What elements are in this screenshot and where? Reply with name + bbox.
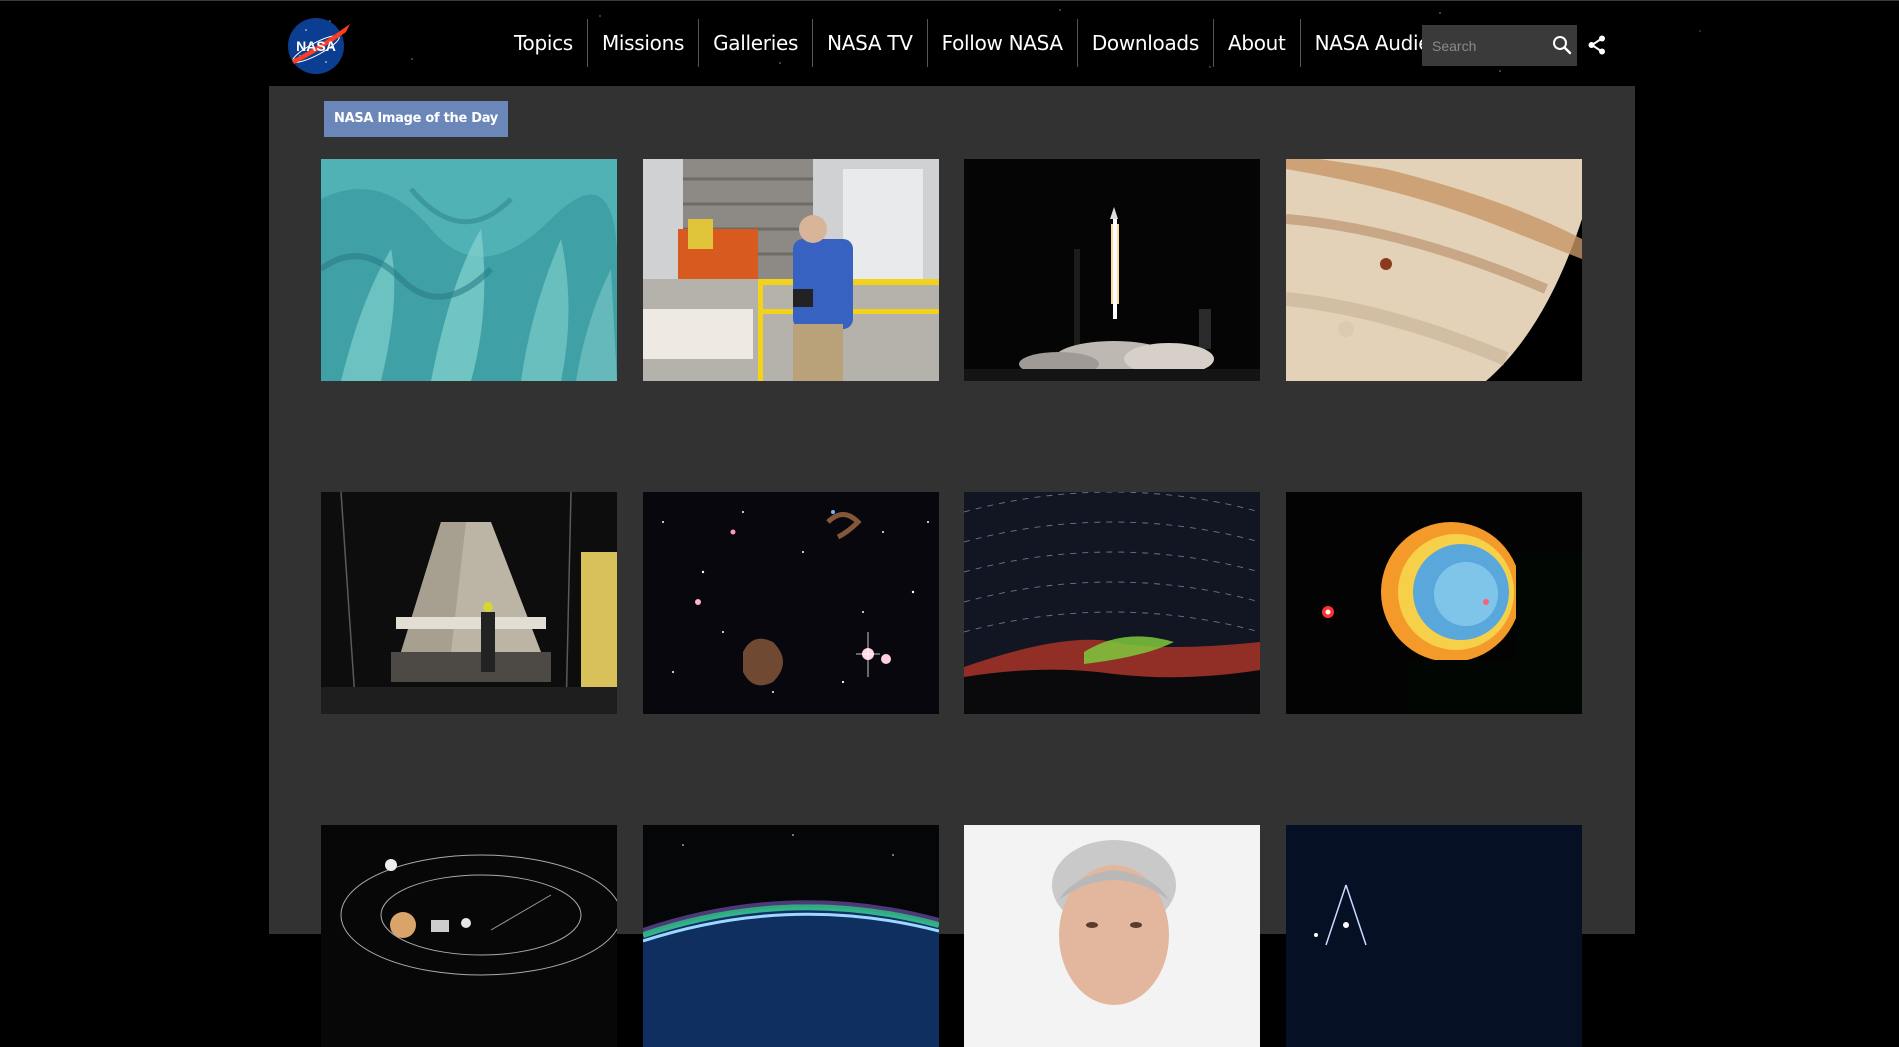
nav-follow-nasa[interactable]: Follow NASA — [926, 19, 1077, 67]
gallery-tile-earth-limb-aurora[interactable] — [643, 825, 939, 1047]
search-icon[interactable] — [1552, 35, 1572, 55]
gallery-tile-night-launch-pad[interactable] — [1286, 825, 1582, 1047]
main-nav: Topics Missions Galleries NASA TV Follow… — [496, 19, 1489, 67]
gallery-tile-portrait[interactable] — [964, 825, 1260, 1047]
gallery-tile-dragon-capsule[interactable] — [321, 492, 617, 714]
nav-galleries[interactable]: Galleries — [698, 19, 812, 67]
nav-topics[interactable]: Topics — [496, 19, 587, 67]
nav-about[interactable]: About — [1212, 19, 1300, 67]
gallery-tile-rocket-launch[interactable] — [964, 159, 1260, 381]
gallery-tile-solar-system[interactable] — [321, 825, 617, 1047]
nasa-logo[interactable]: NASA — [286, 16, 352, 74]
nav-downloads[interactable]: Downloads — [1076, 19, 1213, 67]
site-header: NASA Topics Missions Galleries NASA TV F… — [0, 1, 1899, 85]
gallery-tile-bahamas-sandbanks[interactable] — [321, 159, 617, 381]
share-icon[interactable] — [1587, 34, 1607, 56]
gallery-panel: NASA Image of the Day — [269, 86, 1635, 1047]
gallery-tile-aurora-star-trails[interactable] — [964, 492, 1260, 714]
image-of-the-day-badge[interactable]: NASA Image of the Day — [324, 101, 508, 137]
gallery-tile-jupiter[interactable] — [1286, 159, 1582, 381]
gallery-tile-photographer-facility[interactable] — [643, 159, 939, 381]
search-input[interactable] — [1432, 25, 1542, 66]
logo-text: NASA — [296, 38, 336, 54]
search-box — [1422, 25, 1577, 66]
gallery-tile-helix-nebula[interactable] — [1286, 492, 1582, 714]
nav-missions[interactable]: Missions — [586, 19, 698, 67]
nav-nasa-tv[interactable]: NASA TV — [812, 19, 927, 67]
gallery-tile-nebula-stars[interactable] — [643, 492, 939, 714]
